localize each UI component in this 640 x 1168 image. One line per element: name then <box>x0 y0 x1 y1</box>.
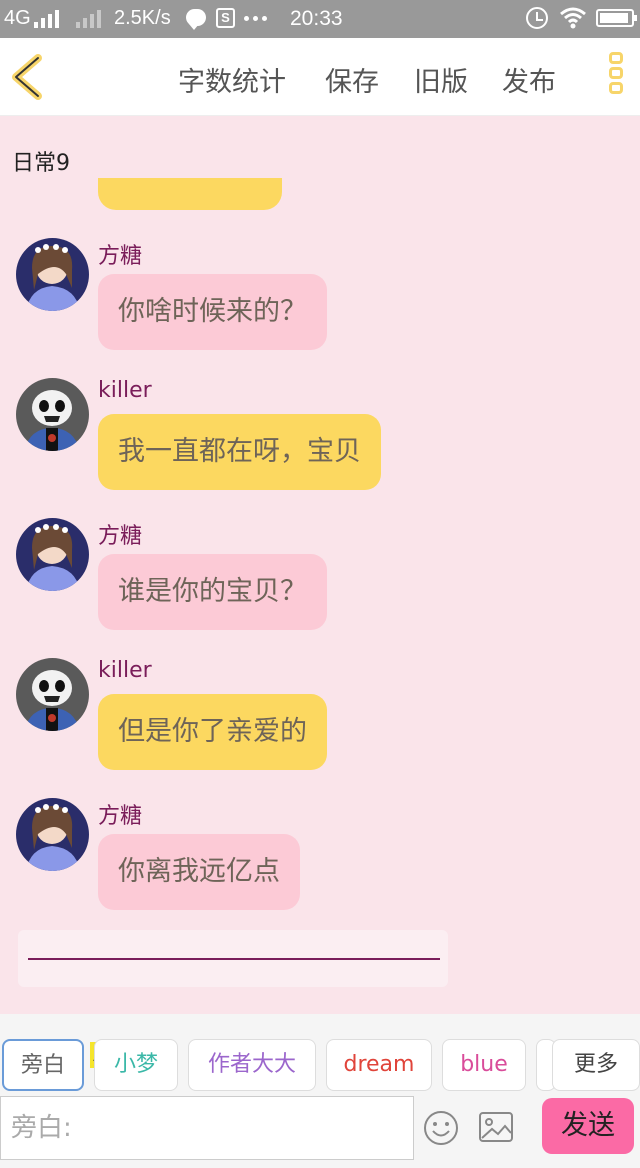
role-blue[interactable]: blue <box>442 1039 526 1091</box>
editor-header: 字数统计 保存 旧版 发布 <box>0 38 640 116</box>
more-dots-icon <box>244 16 267 21</box>
image-icon[interactable] <box>478 1110 514 1144</box>
skull-avatar[interactable] <box>16 658 89 731</box>
save-button[interactable]: 保存 <box>325 60 379 99</box>
network-speed: 2.5K/s <box>114 7 171 29</box>
send-button[interactable]: 发送 <box>542 1098 634 1154</box>
message-bubble[interactable]: 我一直都在呀，宝贝 <box>98 414 381 490</box>
draft-text-area[interactable] <box>18 930 448 987</box>
message-bubble[interactable]: 谁是你的宝贝？ <box>98 554 327 630</box>
chat-notification-icon <box>186 9 206 30</box>
girl-avatar[interactable] <box>16 798 89 871</box>
role-xiaomeng[interactable]: 小梦 <box>94 1039 178 1091</box>
sender-name: 方糖 <box>98 244 143 269</box>
text-cursor-line <box>28 958 440 960</box>
old-version-button[interactable]: 旧版 <box>414 60 468 99</box>
girl-avatar[interactable] <box>16 518 89 591</box>
message-bubble[interactable]: 你啥时候来的？ <box>98 274 327 350</box>
publish-button[interactable]: 发布 <box>502 60 556 99</box>
more-roles-button[interactable]: 更多 <box>552 1039 640 1091</box>
signal-icon-secondary <box>76 8 101 28</box>
alarm-icon <box>526 7 548 29</box>
s-app-icon: S <box>216 8 235 28</box>
role-selector-bar: 旁白 主 小梦 作者大大 dream blue 更多 <box>0 1014 640 1096</box>
network-type: 4G <box>4 7 31 29</box>
sender-name: 方糖 <box>98 524 143 549</box>
clock: 20:33 <box>290 7 343 30</box>
smiley-icon[interactable] <box>423 1110 459 1146</box>
role-author[interactable]: 作者大大 <box>188 1039 316 1091</box>
sender-name: killer <box>98 378 152 403</box>
partial-message-bubble <box>98 178 282 210</box>
back-button[interactable] <box>8 54 48 100</box>
status-bar: 4G 2.5K/s S 20:33 <box>0 0 640 38</box>
battery-icon <box>596 9 637 27</box>
message-bubble[interactable]: 但是你了亲爱的 <box>98 694 327 770</box>
role-narration[interactable]: 旁白 <box>2 1039 84 1091</box>
message-bubble[interactable]: 你离我远亿点 <box>98 834 300 910</box>
message-input[interactable]: 旁白: <box>0 1096 414 1160</box>
page-title: 日常9 <box>12 151 70 176</box>
girl-avatar[interactable] <box>16 238 89 311</box>
sender-name: 方糖 <box>98 804 143 829</box>
word-count-button[interactable]: 字数统计 <box>178 60 286 99</box>
sender-name: killer <box>98 658 152 683</box>
wifi-icon <box>560 7 586 29</box>
role-dream[interactable]: dream <box>326 1039 432 1091</box>
signal-icon <box>34 8 59 28</box>
input-row: 旁白: 发送 <box>0 1096 640 1168</box>
skull-avatar[interactable] <box>16 378 89 451</box>
more-vertical-icon[interactable] <box>606 52 626 102</box>
chevron-left-icon <box>12 54 42 100</box>
